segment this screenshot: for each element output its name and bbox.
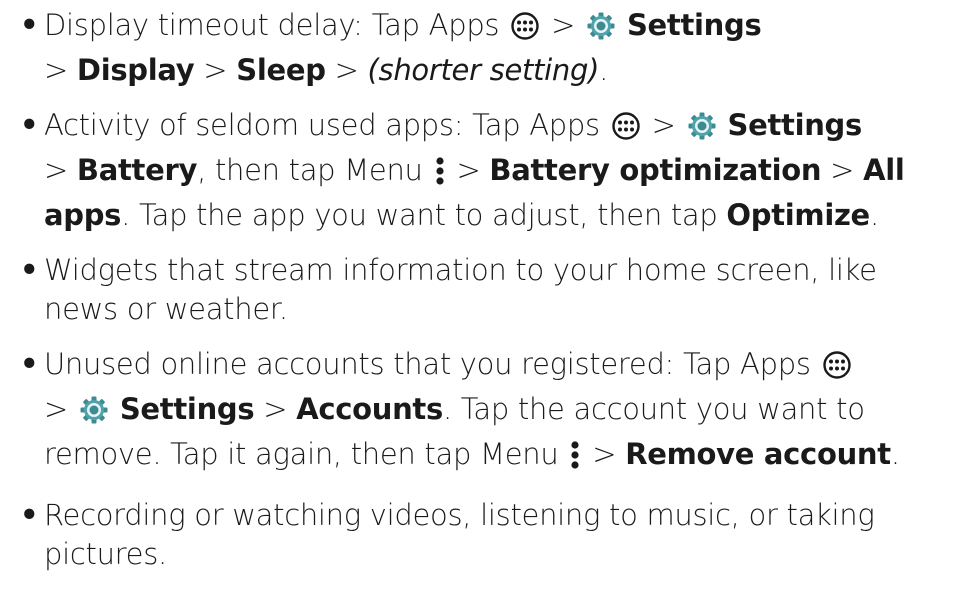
- bullet: •: [20, 108, 39, 142]
- italic-term: (shorter setting): [367, 53, 600, 87]
- bullet: •: [20, 8, 39, 42]
- tip-text: [111, 392, 120, 426]
- tip-text: [618, 8, 627, 42]
- tip-text: Display timeout delay: Tap Apps: [44, 8, 509, 42]
- settings-gear-icon: [687, 111, 717, 151]
- tip-text: >: [44, 153, 77, 187]
- bold-term: apps: [44, 198, 122, 232]
- tip-text: >: [542, 8, 585, 42]
- bold-term: All: [863, 153, 905, 187]
- tip-text: . Tap the account you want to: [442, 392, 865, 426]
- bold-term: Sleep: [236, 53, 326, 87]
- tip-text: >: [44, 392, 77, 426]
- tip-text: , then tap Menu: [197, 153, 432, 187]
- power-saving-tips-list: • Display timeout delay: Tap Apps > Setti…: [20, 6, 950, 590]
- tip-text: remove. Tap it again, then tap Menu: [44, 437, 568, 471]
- bold-term: Settings: [626, 8, 762, 42]
- tip-text: >: [583, 437, 626, 471]
- tip-text: >: [447, 153, 490, 187]
- tip-item: • Unused online accounts that you registe…: [20, 345, 950, 480]
- tip-item: • Display timeout delay: Tap Apps > Setti…: [20, 6, 950, 90]
- bold-term: Settings: [727, 108, 862, 142]
- menu-dots-icon: [569, 440, 581, 480]
- tip-text: .: [890, 437, 900, 471]
- tip-text: news or weather.: [44, 292, 288, 326]
- apps-icon: [510, 11, 540, 51]
- apps-icon: [611, 111, 641, 151]
- tip-text: >: [44, 53, 77, 87]
- apps-icon: [822, 350, 852, 390]
- bold-term: Battery optimization: [489, 153, 822, 187]
- tip-text: Widgets that stream information to your …: [44, 253, 877, 287]
- tip-text: >: [821, 153, 864, 187]
- tip-item: • Widgets that stream information to your…: [20, 251, 950, 329]
- tip-text: >: [325, 53, 368, 87]
- bold-term: Remove account: [625, 437, 891, 471]
- settings-gear-icon: [586, 11, 616, 51]
- tip-text: >: [194, 53, 237, 87]
- tip-text: .: [599, 53, 609, 87]
- tip-text: pictures.: [44, 537, 167, 571]
- tip-text: Unused online accounts that you register…: [44, 347, 820, 381]
- tip-item: • Recording or watching videos, listening…: [20, 496, 950, 574]
- tip-item: • Activity of seldom used apps: Tap Apps …: [20, 106, 950, 235]
- bold-term: Settings: [119, 392, 255, 426]
- tip-text: Recording or watching videos, listening …: [44, 498, 875, 532]
- tip-text: .: [869, 198, 879, 232]
- bold-term: Battery: [76, 153, 198, 187]
- bold-term: Accounts: [296, 392, 443, 426]
- bullet: •: [20, 253, 39, 287]
- bullet: •: [20, 498, 39, 532]
- tip-text: >: [254, 392, 297, 426]
- tip-text: Activity of seldom used apps: Tap Apps: [44, 108, 609, 142]
- settings-gear-icon: [79, 395, 109, 435]
- menu-dots-icon: [434, 156, 446, 196]
- bold-term: Display: [76, 53, 195, 87]
- tip-text: . Tap the app you want to adjust, then t…: [121, 198, 727, 232]
- tip-text: >: [642, 108, 685, 142]
- bold-term: Optimize: [726, 198, 870, 232]
- bullet: •: [20, 347, 39, 381]
